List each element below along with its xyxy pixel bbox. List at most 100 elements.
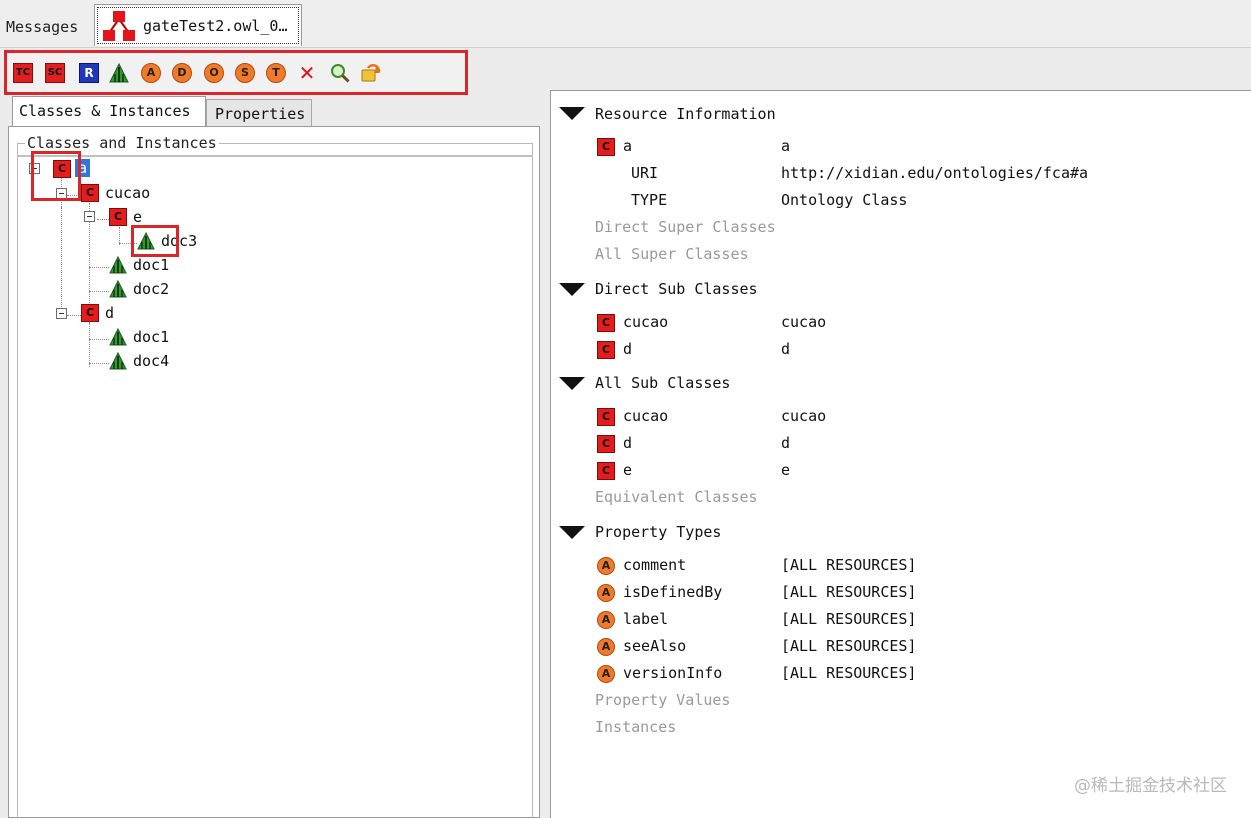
property-domain: [ALL RESOURCES] [781,637,917,655]
tree-node-d[interactable]: C d [81,303,141,325]
tree-connector [89,323,90,367]
classes-tree-container: Classes and Instances C a C cucao C e do… [8,126,540,818]
property-type-row[interactable]: A seeAlso [ALL RESOURCES] [551,637,1151,659]
section-direct-sub-classes: Direct Sub Classes [595,280,758,298]
collapse-triangle-icon[interactable] [559,377,585,390]
sub-class-name: cucao [623,313,669,331]
section-all-sub-classes: All Sub Classes [595,374,731,392]
transitive-property-button[interactable]: T [266,63,286,83]
collapse-triangle-icon[interactable] [559,526,585,539]
top-class-button[interactable]: TC [13,63,33,83]
tab-properties-label: Properties [215,105,306,123]
tab-gate-document[interactable]: gateTest2.owl_0… [94,4,302,46]
section-property-types: Property Types [595,523,722,541]
tree-connector [89,339,109,340]
all-super-classes-link[interactable]: All Super Classes [595,245,749,263]
all-sub-row[interactable]: C e e [551,461,1151,483]
watermark: @稀土掘金技术社区 [1074,776,1227,796]
sub-class-value: e [781,461,791,479]
symmetric-property-button[interactable]: S [235,63,255,83]
class-icon: C [597,138,615,156]
resource-details-panel: Resource Information C a a URI http://xi… [550,90,1251,818]
instance-button[interactable] [109,63,129,83]
property-type-row[interactable]: A versionInfo [ALL RESOURCES] [551,664,1151,686]
tab-classes-instances[interactable]: Classes & Instances [12,96,206,126]
tree-node-label: doc4 [133,352,170,370]
collapse-triangle-icon[interactable] [559,107,585,120]
class-icon: C [109,208,127,226]
class-icon: C [597,314,615,332]
tab-classes-label: Classes & Instances [19,102,191,120]
sub-class-value: cucao [781,407,827,425]
annotation-property-icon: A [597,611,615,629]
tab-messages[interactable]: Messages [6,18,78,36]
tree-node-label: d [105,304,115,322]
sub-class-button[interactable]: SC [45,63,65,83]
class-icon: C [597,462,615,480]
restriction-button[interactable]: R [79,63,99,83]
direct-sub-row[interactable]: C d d [551,340,1151,362]
property-type-row[interactable]: A label [ALL RESOURCES] [551,610,1151,632]
tree-node-label: cucao [105,184,151,202]
tree-node-doc4[interactable]: doc4 [109,351,189,373]
highlight-box-instance [131,225,179,257]
property-type-row[interactable]: A comment [ALL RESOURCES] [551,556,1151,578]
property-name: isDefinedBy [623,583,723,601]
refresh-button[interactable] [361,63,381,83]
classes-panel: Classes & Instances Properties Classes a… [8,96,540,818]
class-tree: C a C cucao C e doc3 doc1 doc2 C d doc1 … [9,127,541,818]
sub-class-name: e [623,461,633,479]
annotation-property-icon: A [597,638,615,656]
annotation-property-icon: A [597,665,615,683]
section-resource-information: Resource Information [595,105,776,123]
instance-icon [109,352,127,370]
collapse-triangle-icon[interactable] [559,283,585,296]
property-domain: [ALL RESOURCES] [781,610,917,628]
object-property-button[interactable]: O [204,63,224,83]
direct-super-classes-link[interactable]: Direct Super Classes [595,218,776,236]
search-button[interactable] [330,63,350,83]
uri-label: URI [631,164,659,182]
tab-properties[interactable]: Properties [206,99,312,126]
ontology-toolbar: TC SC R A D O S T ✕ [4,50,468,95]
property-name: label [623,610,669,628]
ontology-network-icon [103,11,135,41]
instance-icon [109,280,127,298]
tree-node-label: e [133,208,143,226]
class-icon: C [81,304,99,322]
tree-connector [61,207,62,317]
tree-node-doc1[interactable]: doc1 [109,327,189,349]
tab-gate-label: gateTest2.owl_0… [143,17,288,35]
type-label: TYPE [631,191,668,209]
resource-name-value: a [781,137,791,155]
tree-connector [89,363,109,364]
all-sub-row[interactable]: C d d [551,434,1151,456]
tree-expander-d[interactable] [56,308,67,319]
tree-node-label: doc1 [133,256,170,274]
tree-node-label: doc1 [133,328,170,346]
tree-expander-e[interactable] [84,211,95,222]
annotation-property-icon: A [597,584,615,602]
tree-node-doc2[interactable]: doc2 [109,279,189,301]
instances-link[interactable]: Instances [595,718,676,736]
equivalent-classes-link[interactable]: Equivalent Classes [595,488,758,506]
property-type-row[interactable]: A isDefinedBy [ALL RESOURCES] [551,583,1151,605]
direct-sub-row[interactable]: C cucao cucao [551,313,1151,335]
tree-node-doc1[interactable]: doc1 [109,255,189,277]
tree-node-cucao[interactable]: C cucao [81,183,181,205]
class-icon: C [597,408,615,426]
tree-node-label: doc2 [133,280,170,298]
class-icon: C [597,341,615,359]
sub-class-value: d [781,434,791,452]
property-name: comment [623,556,687,574]
instance-icon [109,256,127,274]
delete-button[interactable]: ✕ [297,63,317,83]
sub-class-value: cucao [781,313,827,331]
property-name: versionInfo [623,664,723,682]
property-values-link[interactable]: Property Values [595,691,730,709]
annotation-property-button[interactable]: A [141,63,161,83]
instance-icon [109,328,127,346]
all-sub-row[interactable]: C cucao cucao [551,407,1151,429]
property-domain: [ALL RESOURCES] [781,583,917,601]
datatype-property-button[interactable]: D [172,63,192,83]
